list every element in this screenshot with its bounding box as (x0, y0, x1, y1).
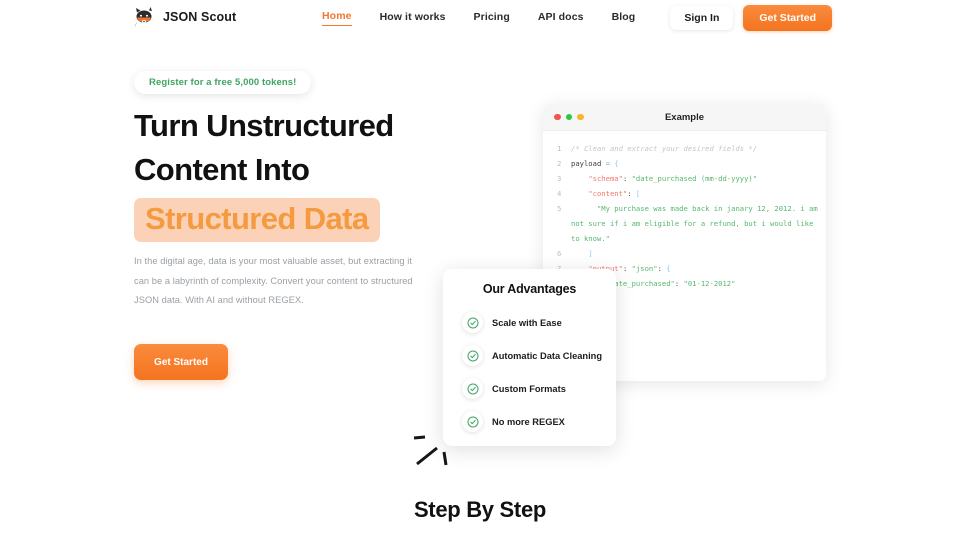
minimize-dot-icon[interactable] (577, 113, 584, 121)
advantage-item: Automatic Data Cleaning (462, 339, 616, 372)
headline-highlight: Structured Data (134, 198, 380, 242)
site-header: JSON Scout Home How it works Pricing API… (0, 0, 960, 36)
nav-item-how-it-works[interactable]: How it works (380, 11, 446, 26)
code-panel-titlebar: Example (543, 104, 826, 131)
code-line: 1 /* Clean and extract your desired field… (551, 141, 818, 156)
check-circle-icon (462, 345, 483, 366)
nav-item-pricing[interactable]: Pricing (474, 11, 510, 26)
code-line-text: payload = { (571, 159, 619, 168)
fox-mascot-sunglasses-icon (134, 6, 156, 28)
advantage-item: No more REGEX (462, 405, 616, 438)
advantages-card: Our Advantages Scale with Ease Automatic … (443, 269, 616, 446)
code-line-number: 4 (557, 189, 562, 198)
code-line-text: "content": [ (588, 189, 641, 198)
advantage-item: Custom Formats (462, 372, 616, 405)
code-line-number: 3 (557, 174, 562, 183)
code-line: 3 "schema": "date_purchased (mm-dd-yyyy)… (551, 171, 818, 186)
code-line-text: "schema": "date_purchased (mm-dd-yyyy)" (588, 174, 758, 183)
decorative-arrow-strokes (412, 430, 472, 480)
code-line: 2 payload = { (551, 156, 818, 171)
sign-in-button[interactable]: Sign In (670, 6, 734, 30)
code-line: 5 "My purchase was made back in janary 1… (551, 201, 818, 246)
maximize-dot-icon[interactable] (565, 113, 572, 121)
check-circle-icon (462, 411, 483, 432)
advantages-title: Our Advantages (482, 282, 577, 296)
main-nav: Home How it works Pricing API docs Blog (322, 10, 635, 26)
advantages-list: Scale with Ease Automatic Data Cleaning Cu… (443, 306, 616, 438)
headline-line-2: Content Into (134, 152, 310, 187)
close-dot-icon[interactable] (554, 113, 561, 121)
header-actions: Sign In Get Started (670, 5, 832, 31)
nav-item-api-docs[interactable]: API docs (538, 11, 584, 26)
code-line: 6 ] (551, 246, 818, 261)
code-line: 4 "content": [ (551, 186, 818, 201)
headline-line-1: Turn Unstructured (134, 108, 394, 143)
step-by-step-heading: Step By Step (413, 497, 547, 522)
nav-item-home[interactable]: Home (322, 10, 352, 26)
advantage-label: No more REGEX (492, 416, 565, 427)
code-panel-title: Example (664, 111, 705, 123)
brand-logo[interactable]: JSON Scout (134, 6, 236, 28)
advantage-item: Scale with Ease (462, 306, 616, 339)
check-circle-icon (462, 312, 483, 333)
get-started-button-header[interactable]: Get Started (743, 5, 832, 31)
landing-page: JSON Scout Home How it works Pricing API… (0, 0, 960, 540)
nav-item-blog[interactable]: Blog (612, 11, 636, 26)
hero-paragraph: In the digital age, data is your most va… (134, 256, 413, 305)
code-line-number: 5 (557, 204, 562, 213)
advantage-label: Custom Formats (492, 383, 566, 394)
code-line-number: 1 (557, 144, 562, 153)
hero-headline: Turn Unstructured Content Into Structure… (134, 104, 464, 242)
code-line-number: 2 (557, 159, 562, 168)
promo-badge[interactable]: Register for a free 5,000 tokens! (134, 71, 312, 94)
brand-name: JSON Scout (163, 10, 237, 24)
window-controls (554, 113, 584, 121)
code-line-text: /* Clean and extract your desired fields… (571, 144, 758, 153)
advantage-label: Scale with Ease (492, 317, 562, 328)
code-line-number: 6 (557, 249, 562, 258)
get-started-button-hero[interactable]: Get Started (134, 344, 228, 380)
code-line-text: "My purchase was made back in janary 12,… (571, 204, 822, 243)
code-line-text: ] (588, 249, 593, 258)
advantage-label: Automatic Data Cleaning (492, 350, 603, 361)
check-circle-icon (462, 378, 483, 399)
